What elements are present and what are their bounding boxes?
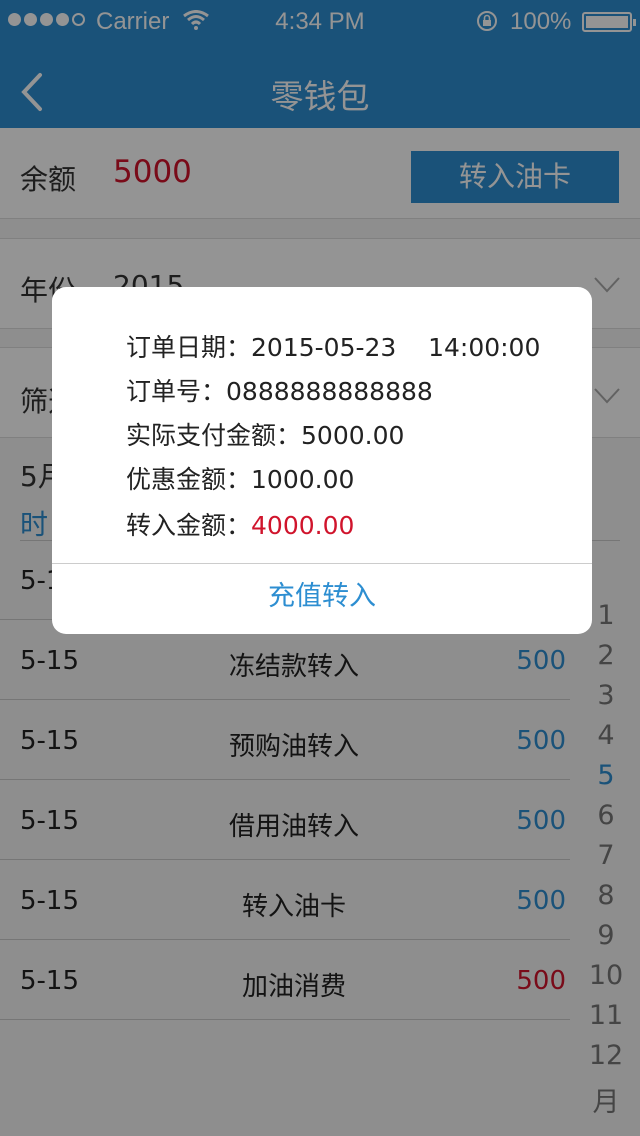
recharge-transfer-button[interactable]: 充值转入	[52, 564, 592, 634]
discount-amount-line: 优惠金额：1000.00	[126, 465, 355, 494]
order-number-line: 订单号：0888888888888	[126, 377, 433, 406]
order-detail-dialog: 订单日期：2015-05-23 14:00:00 订单号：08888888888…	[52, 287, 592, 634]
paid-amount-line: 实际支付金额：5000.00	[126, 421, 405, 450]
transfer-amount-line: 转入金额：4000.00	[126, 511, 355, 540]
order-date-line: 订单日期：2015-05-23 14:00:00	[126, 333, 541, 362]
